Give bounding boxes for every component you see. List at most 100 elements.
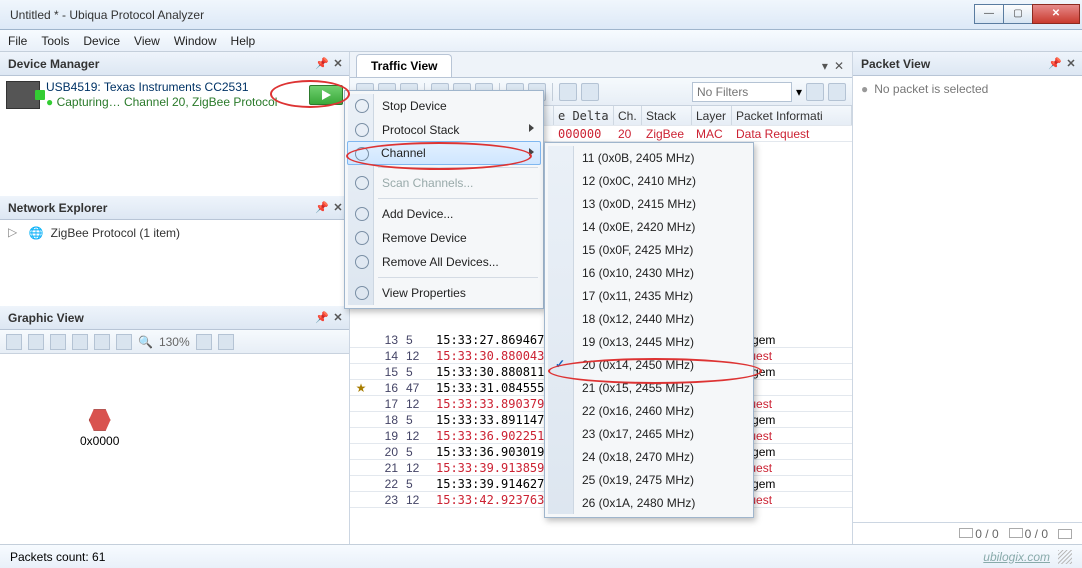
minimize-button[interactable]: — <box>974 4 1004 24</box>
network-item[interactable]: ▷ 🌐 ZigBee Protocol (1 item) <box>0 220 349 246</box>
menu-item-icon <box>355 255 369 269</box>
graphic-view-header: Graphic View 📌 ✕ <box>0 306 349 330</box>
graph-node[interactable]: 0x0000 <box>80 408 119 448</box>
packet-view-title: Packet View <box>861 57 930 71</box>
gv-tool-icon[interactable] <box>50 334 66 350</box>
col-info[interactable]: Packet Informati <box>732 106 852 125</box>
funnel-clear-icon[interactable] <box>828 83 846 101</box>
menu-tools[interactable]: Tools <box>41 34 69 48</box>
channel-item[interactable]: 12 (0x0C, 2410 MHz) <box>548 169 750 192</box>
col-delta[interactable]: e Delta <box>554 106 614 125</box>
device-manager-title: Device Manager <box>8 57 99 71</box>
gv-tool-icon[interactable] <box>218 334 234 350</box>
window-buttons: — ▢ ✕ <box>975 4 1080 26</box>
gv-tool-icon[interactable] <box>28 334 44 350</box>
channel-item[interactable]: 15 (0x0F, 2425 MHz) <box>548 238 750 261</box>
zoom-out-icon[interactable]: 🔍 <box>138 335 153 349</box>
menu-item[interactable]: Protocol Stack <box>348 118 540 142</box>
channel-item[interactable]: 14 (0x0E, 2420 MHz) <box>548 215 750 238</box>
menu-view[interactable]: View <box>134 34 160 48</box>
menu-item[interactable]: Stop Device <box>348 94 540 118</box>
close-panel-icon[interactable]: ✕ <box>1064 57 1078 70</box>
device-row[interactable]: USB4519: Texas Instruments CC2531 ● Capt… <box>0 76 349 114</box>
channel-item[interactable]: 18 (0x12, 2440 MHz) <box>548 307 750 330</box>
menu-window[interactable]: Window <box>174 34 217 48</box>
submenu-arrow-icon <box>529 148 534 156</box>
close-panel-icon[interactable]: ✕ <box>331 201 345 214</box>
close-panel-icon[interactable]: ✕ <box>331 311 345 324</box>
traffic-tabstrip: Traffic View ▾ ✕ <box>350 52 852 78</box>
zoom-label: 130% <box>159 335 190 349</box>
gv-tool-icon[interactable] <box>116 334 132 350</box>
menu-item-icon <box>355 207 369 221</box>
statusbar: Packets count: 61 ubilogix.com <box>0 544 1082 568</box>
close-panel-icon[interactable]: ✕ <box>331 57 345 70</box>
gv-tool-icon[interactable] <box>6 334 22 350</box>
channel-item[interactable]: 19 (0x13, 2445 MHz) <box>548 330 750 353</box>
col-ch[interactable]: Ch. <box>614 106 642 125</box>
expand-icon[interactable]: ▷ <box>8 225 17 239</box>
packets-count: Packets count: 61 <box>10 550 105 564</box>
channel-item[interactable]: 13 (0x0D, 2415 MHz) <box>548 192 750 215</box>
filter-dropdown-icon[interactable]: ▾ <box>796 85 802 99</box>
filter-input[interactable] <box>692 82 792 102</box>
status-dot-icon: ● <box>46 95 53 109</box>
gv-tool-icon[interactable] <box>72 334 88 350</box>
channel-item[interactable]: 17 (0x11, 2435 MHz) <box>548 284 750 307</box>
graphic-view-toolbar: 🔍 130% <box>0 330 349 354</box>
gv-tool-icon[interactable] <box>196 334 212 350</box>
col-layer[interactable]: Layer <box>692 106 732 125</box>
maximize-button[interactable]: ▢ <box>1003 4 1033 24</box>
menu-item[interactable]: Channel <box>347 141 541 165</box>
menu-item[interactable]: Add Device... <box>348 202 540 226</box>
usb-device-icon <box>6 81 40 109</box>
channel-item[interactable]: 24 (0x18, 2470 MHz) <box>548 445 750 468</box>
menu-item-icon <box>355 147 369 161</box>
tool-icon[interactable] <box>581 83 599 101</box>
rect-icon <box>959 528 973 538</box>
brand-link[interactable]: ubilogix.com <box>983 550 1050 564</box>
menu-item-icon <box>355 176 369 190</box>
channel-item[interactable]: 26 (0x1A, 2480 MHz) <box>548 491 750 514</box>
network-explorer-header: Network Explorer 📌 ✕ <box>0 196 349 220</box>
channel-item[interactable]: 21 (0x15, 2455 MHz) <box>548 376 750 399</box>
channel-item[interactable]: 25 (0x19, 2475 MHz) <box>548 468 750 491</box>
menu-item[interactable]: Remove Device <box>348 226 540 250</box>
device-name: USB4519: Texas Instruments CC2531 <box>46 80 277 95</box>
chevron-down-icon[interactable]: ▾ <box>822 59 828 73</box>
resize-grip-icon[interactable] <box>1058 550 1072 564</box>
packet-view-footer: 0 / 0 0 / 0 <box>853 522 1082 544</box>
pin-icon[interactable]: 📌 <box>315 57 329 70</box>
close-button[interactable]: ✕ <box>1032 4 1080 24</box>
check-icon: ✓ <box>555 357 569 371</box>
channel-item[interactable]: ✓20 (0x14, 2450 MHz) <box>548 353 750 376</box>
channel-item[interactable]: 11 (0x0B, 2405 MHz) <box>548 146 750 169</box>
pin-icon[interactable]: 📌 <box>315 311 329 324</box>
close-tab-icon[interactable]: ✕ <box>834 59 844 73</box>
menu-help[interactable]: Help <box>231 34 256 48</box>
device-status: Capturing… Channel 20, ZigBee Protocol <box>57 95 278 109</box>
col-stack[interactable]: Stack <box>642 106 692 125</box>
capture-button[interactable] <box>309 85 343 105</box>
menu-file[interactable]: File <box>8 34 27 48</box>
coordinator-icon <box>88 408 112 432</box>
submenu-arrow-icon <box>529 124 534 132</box>
device-context-menu: Stop DeviceProtocol StackChannel Scan Cha… <box>344 90 544 309</box>
menu-item[interactable]: View Properties <box>348 281 540 305</box>
funnel-icon[interactable] <box>806 83 824 101</box>
gv-tool-icon[interactable] <box>94 334 110 350</box>
menu-item[interactable]: Remove All Devices... <box>348 250 540 274</box>
node-address: 0x0000 <box>80 434 119 448</box>
menu-item: Scan Channels... <box>348 171 540 195</box>
tab-traffic-view[interactable]: Traffic View <box>356 54 452 77</box>
channel-item[interactable]: 22 (0x16, 2460 MHz) <box>548 399 750 422</box>
channel-item[interactable]: 23 (0x17, 2465 MHz) <box>548 422 750 445</box>
pin-icon[interactable]: 📌 <box>1048 57 1062 70</box>
rect-icon <box>1058 529 1072 539</box>
menu-device[interactable]: Device <box>83 34 120 48</box>
tool-icon[interactable] <box>559 83 577 101</box>
pin-icon[interactable]: 📌 <box>315 201 329 214</box>
graphic-view-title: Graphic View <box>8 311 84 325</box>
menu-item-icon <box>355 286 369 300</box>
channel-item[interactable]: 16 (0x10, 2430 MHz) <box>548 261 750 284</box>
